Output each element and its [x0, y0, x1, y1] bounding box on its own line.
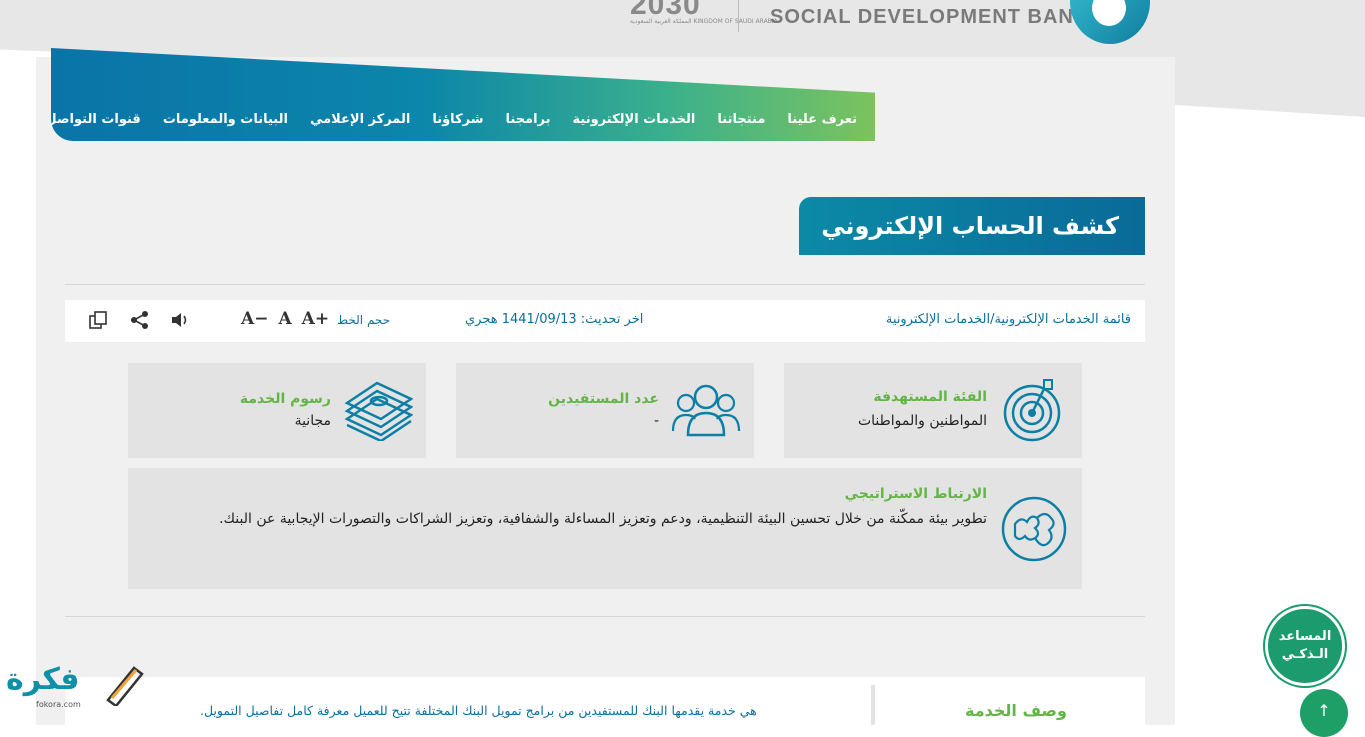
font-increase-button[interactable]: A+: [302, 309, 329, 329]
nav-item-about[interactable]: تعرف علينا: [787, 112, 857, 127]
header-logos: 2030 المملكة العربية السعودية KINGDOM OF…: [620, 0, 1160, 50]
bank-name: SOCIAL DEVELOPMENT BANK: [770, 6, 1090, 28]
font-size-label: حجم الخط: [337, 313, 391, 327]
vision-2030-caption: المملكة العربية السعودية KINGDOM OF SAUD…: [630, 18, 778, 25]
watermark-sub: fokora.com: [36, 700, 81, 709]
users-group-icon: [671, 384, 741, 437]
divider-top: [65, 284, 1145, 285]
card-fees: رسوم الخدمة مجانية: [128, 363, 426, 458]
card-fees-title: رسوم الخدمة: [239, 391, 331, 407]
card-beneficiaries-value: -: [653, 413, 659, 429]
nav-item-products[interactable]: منتجاتنا: [717, 112, 765, 127]
description-divider: [871, 685, 875, 725]
speaker-icon[interactable]: [169, 309, 191, 331]
font-normal-button[interactable]: A: [278, 309, 291, 329]
card-beneficiaries-title: عدد المستفيدين: [548, 391, 659, 407]
nav-item-eservices[interactable]: الخدمات الإلكترونية: [573, 112, 696, 127]
card-target-value: المواطنين والمواطنات: [857, 413, 987, 429]
breadcrumb-item-eservices[interactable]: الخدمات الإلكترونية: [886, 312, 990, 327]
bank-logo-icon[interactable]: [1070, 0, 1150, 44]
target-icon: [1003, 379, 1061, 442]
watermark-text: فكرة: [6, 662, 80, 697]
page-toolbar: قائمة الخدمات الإلكترونية/الخدمات الإلكت…: [65, 300, 1145, 342]
nav-item-media[interactable]: المركز الإعلامي: [310, 112, 410, 127]
service-description: وصف الخدمة هي خدمة يقدمها البنك للمستفيد…: [65, 677, 1145, 725]
nav-item-contact[interactable]: قنوات التواصل: [51, 112, 141, 127]
smart-assistant-button[interactable]: المساعد الـذكـي: [1265, 606, 1345, 686]
card-strategic-text: تطوير بيئة ممكّنة من خلال تحسين البيئة ا…: [219, 511, 987, 527]
card-strategic-title: الارتباط الاستراتيجي: [844, 486, 987, 502]
card-fees-value: مجانية: [294, 413, 331, 429]
last-update: اخر تحديث: 1441/09/13 هجري: [465, 312, 644, 327]
watermark-logo: فكرة fokora.com: [6, 662, 146, 712]
nav-item-data[interactable]: البيانات والمعلومات: [163, 112, 288, 127]
description-title: وصف الخدمة: [965, 701, 1067, 720]
scroll-to-top-button[interactable]: ↑: [1300, 689, 1348, 737]
money-stack-icon: [344, 381, 413, 441]
share-icon[interactable]: [129, 309, 151, 331]
nav-item-programs[interactable]: برامجنا: [506, 112, 551, 127]
puzzle-icon: [1001, 496, 1067, 562]
breadcrumb-item-services-list[interactable]: قائمة الخدمات الإلكترونية: [994, 312, 1131, 327]
breadcrumb: قائمة الخدمات الإلكترونية/الخدمات الإلكت…: [886, 312, 1131, 327]
pencil-icon: [106, 666, 144, 706]
card-strategic-link: الارتباط الاستراتيجي تطوير بيئة ممكّنة م…: [128, 468, 1082, 589]
description-text: هي خدمة يقدمها البنك للمستفيدين من برامج…: [200, 703, 757, 718]
font-size-controls: A− A A+: [241, 309, 329, 329]
page-title: كشف الحساب الإلكتروني: [799, 197, 1145, 255]
nav-item-partners[interactable]: شركاؤنا: [432, 112, 483, 127]
card-beneficiaries: عدد المستفيدين -: [456, 363, 754, 458]
card-target-group: الفئة المستهدفة المواطنين والمواطنات: [784, 363, 1082, 458]
copy-icon[interactable]: [87, 309, 109, 331]
font-decrease-button[interactable]: A−: [241, 309, 268, 329]
assistant-label-line2: الـذكـي: [1281, 647, 1329, 662]
divider-bottom: [65, 616, 1145, 617]
assistant-label-line1: المساعد: [1278, 629, 1332, 644]
logo-divider: [738, 0, 739, 32]
card-target-title: الفئة المستهدفة: [873, 389, 987, 405]
nav-items: تعرف علينا منتجاتنا الخدمات الإلكترونية …: [51, 112, 857, 127]
